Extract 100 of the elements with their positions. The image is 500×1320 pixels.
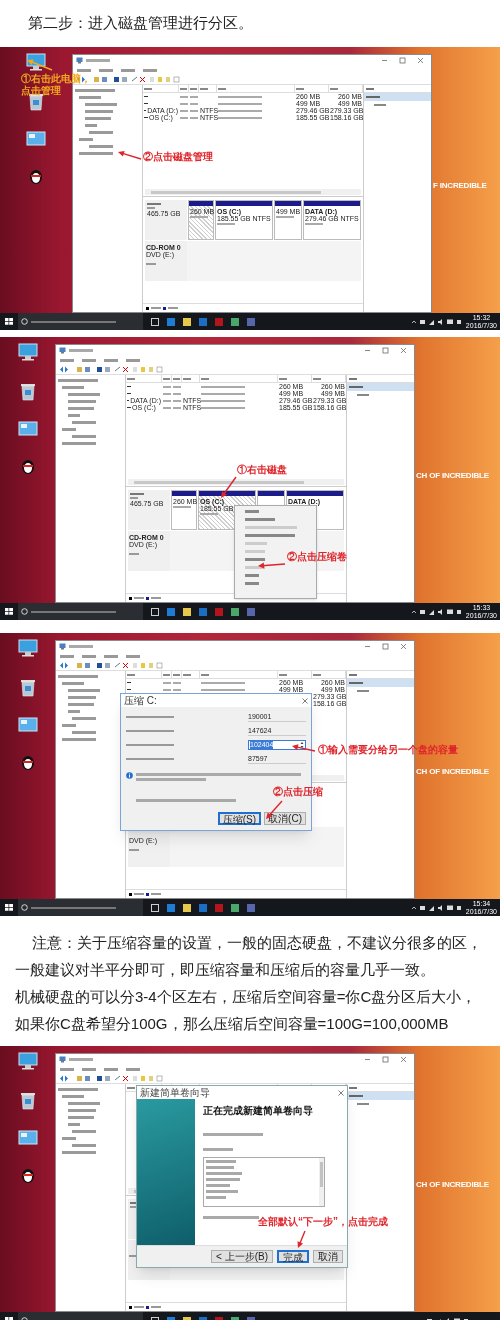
annotation-text: 全部默认“下一步”，点击完成 bbox=[258, 1216, 388, 1228]
column-header[interactable] bbox=[182, 375, 200, 382]
wizard-button[interactable]: 取消 bbox=[313, 1250, 343, 1263]
arrow bbox=[118, 150, 142, 160]
dialog-button[interactable]: 压缩(S) bbox=[217, 812, 262, 825]
computer-icon[interactable] bbox=[25, 53, 47, 71]
vertical-scrollbar[interactable] bbox=[319, 1158, 324, 1206]
annotation-text: ②点击压缩卷 bbox=[287, 551, 347, 563]
blurred-text bbox=[206, 1178, 240, 1181]
blurred-text bbox=[203, 1133, 263, 1136]
wizard-button[interactable]: < 上一步(B) bbox=[211, 1250, 273, 1263]
blurred-text bbox=[206, 1172, 242, 1175]
blurred-text bbox=[218, 95, 262, 98]
computer-icon bbox=[59, 347, 66, 354]
blurred-text bbox=[203, 1216, 259, 1219]
blurred-text bbox=[86, 59, 110, 62]
circle-icon bbox=[21, 318, 28, 325]
note-paragraph: 机械硬盘的可以分3-4个区左右，压缩后空间容量=你C盘分区后大小，如果你C盘希望分100G，那么压缩后空间容量=100G=100,000MB bbox=[15, 987, 478, 1034]
control-panel-icon[interactable] bbox=[17, 1130, 38, 1146]
legend-swatch bbox=[146, 1305, 149, 1309]
arrow bbox=[221, 476, 237, 498]
column-header[interactable] bbox=[217, 85, 295, 92]
annotation-text: ②点击磁盘管理 bbox=[143, 151, 213, 163]
column-header[interactable] bbox=[182, 671, 200, 678]
blurred-text bbox=[218, 109, 262, 112]
blurred-text bbox=[69, 349, 93, 352]
recycle-bin-icon[interactable] bbox=[19, 1090, 36, 1110]
control-panel-icon[interactable] bbox=[17, 421, 38, 437]
step-heading: 第二步：进入磁盘管理进行分区。 bbox=[28, 13, 254, 33]
legend-swatch bbox=[163, 306, 166, 310]
close-icon[interactable] bbox=[338, 1089, 344, 1096]
arrow bbox=[292, 744, 316, 752]
wizard-button[interactable]: 完成 bbox=[277, 1250, 309, 1263]
system-tray-icons-drawing[interactable] bbox=[410, 903, 463, 912]
circle-icon bbox=[21, 608, 28, 615]
system-tray-icons-drawing[interactable] bbox=[410, 607, 463, 616]
column-header[interactable] bbox=[172, 375, 182, 382]
blurred-text bbox=[349, 1086, 357, 1089]
column-header[interactable] bbox=[329, 85, 363, 92]
blurred-text bbox=[206, 1166, 234, 1169]
legend-swatch bbox=[146, 892, 149, 896]
legend-swatch bbox=[129, 892, 132, 896]
column-header[interactable] bbox=[295, 85, 329, 92]
computer-icon bbox=[76, 57, 83, 64]
blurred-text bbox=[201, 681, 245, 684]
column-header[interactable] bbox=[199, 85, 217, 92]
blurred-text bbox=[366, 87, 374, 90]
close-icon[interactable] bbox=[302, 697, 308, 704]
column-header[interactable] bbox=[143, 85, 179, 92]
blurred-text bbox=[201, 406, 245, 409]
column-header[interactable] bbox=[200, 671, 278, 678]
column-header[interactable] bbox=[312, 671, 346, 678]
blurred-text bbox=[206, 1190, 238, 1193]
column-header[interactable] bbox=[172, 671, 182, 678]
computer-icon bbox=[59, 643, 66, 650]
arrow bbox=[258, 562, 286, 569]
computer-icon[interactable] bbox=[16, 639, 39, 657]
column-header[interactable] bbox=[162, 671, 172, 678]
wallpaper-caption: CH OF INCREDIBLE bbox=[416, 470, 490, 482]
actions-item[interactable] bbox=[347, 383, 414, 391]
blurred-text bbox=[206, 1196, 226, 1199]
legend-swatch bbox=[146, 596, 149, 600]
recycle-bin-icon[interactable] bbox=[19, 677, 36, 697]
horizontal-scrollbar[interactable] bbox=[145, 189, 361, 195]
blurred-text bbox=[69, 645, 93, 648]
info-icon bbox=[126, 772, 133, 779]
column-header[interactable] bbox=[126, 375, 162, 382]
column-header[interactable] bbox=[162, 375, 172, 382]
recycle-bin-icon[interactable] bbox=[19, 381, 36, 401]
horizontal-scrollbar[interactable] bbox=[128, 479, 344, 485]
wallpaper-caption: CH OF INCREDIBLE bbox=[416, 1179, 490, 1191]
control-panel-icon[interactable] bbox=[17, 717, 38, 733]
blurred-text bbox=[206, 1184, 230, 1187]
wizard-heading: 正在完成新建简单卷向导 bbox=[203, 1105, 314, 1117]
blurred-text bbox=[136, 778, 206, 781]
column-header[interactable] bbox=[179, 85, 189, 92]
column-header[interactable] bbox=[189, 85, 199, 92]
legend-swatch bbox=[146, 306, 149, 310]
actions-item[interactable] bbox=[347, 679, 414, 687]
arrow bbox=[297, 1230, 306, 1248]
computer-icon bbox=[59, 1056, 66, 1063]
column-header[interactable] bbox=[278, 375, 312, 382]
annotation-text: ①右击磁盘 bbox=[237, 464, 287, 476]
column-header[interactable] bbox=[200, 375, 278, 382]
column-header[interactable] bbox=[126, 671, 162, 678]
control-panel-icon[interactable] bbox=[26, 131, 46, 147]
blurred-text bbox=[218, 102, 262, 105]
blurred-text bbox=[206, 1160, 236, 1163]
actions-item[interactable] bbox=[364, 93, 431, 101]
system-tray-icons-drawing[interactable] bbox=[410, 317, 463, 326]
computer-icon[interactable] bbox=[16, 343, 39, 361]
blurred-text bbox=[349, 377, 357, 380]
blurred-text bbox=[201, 392, 245, 395]
blurred-text bbox=[203, 1148, 233, 1151]
column-header[interactable] bbox=[278, 671, 312, 678]
actions-item[interactable] bbox=[347, 1092, 414, 1100]
column-header[interactable] bbox=[312, 375, 346, 382]
computer-icon[interactable] bbox=[16, 1052, 39, 1070]
spinner-icon[interactable] bbox=[300, 741, 304, 749]
blurred-text bbox=[218, 116, 262, 119]
